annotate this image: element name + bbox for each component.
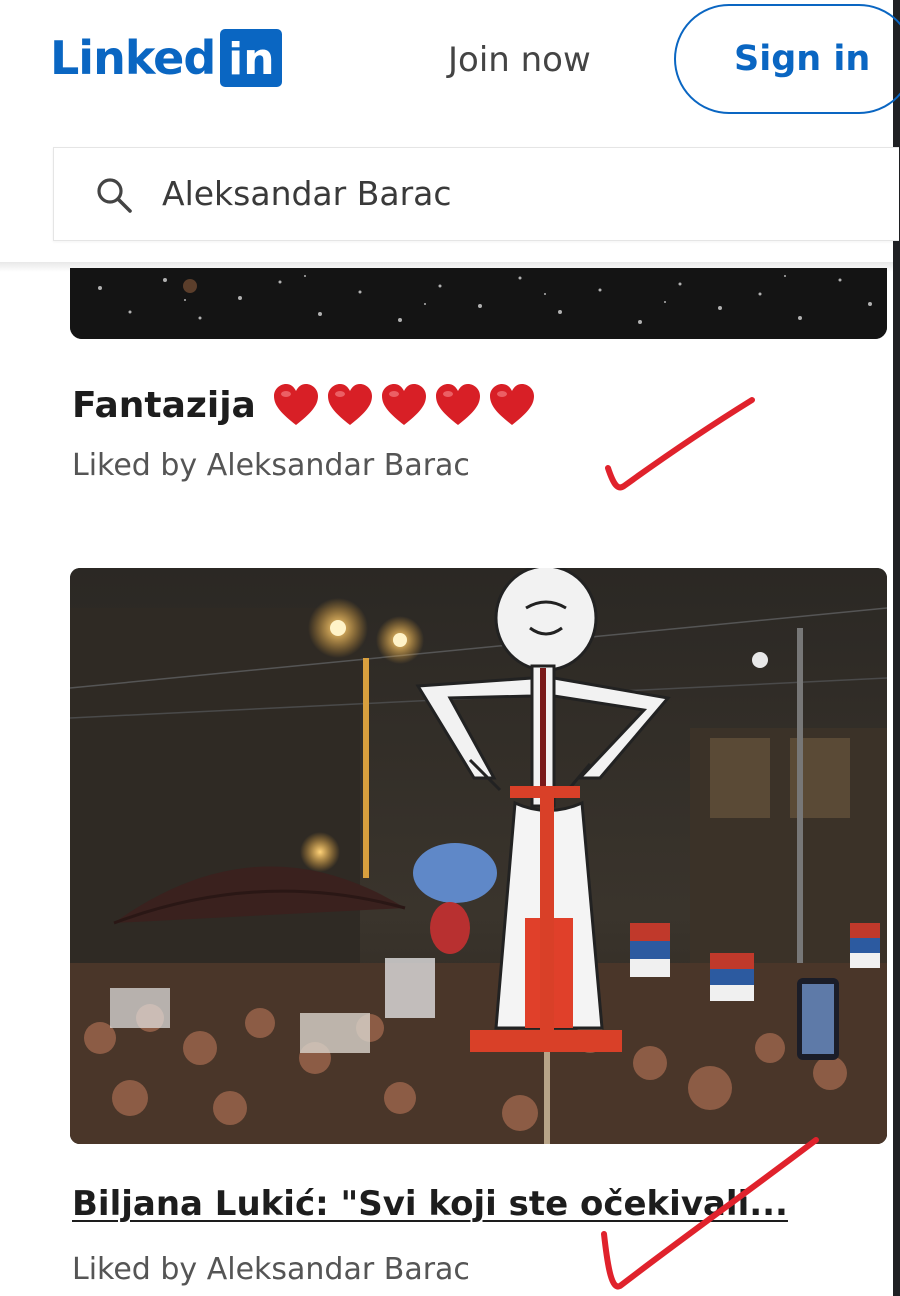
night-sky-image [70, 268, 887, 339]
checkmark-annotation-icon [605, 397, 755, 491]
post-title-text: Fantazija [72, 384, 256, 426]
post-image[interactable] [70, 568, 887, 1144]
logo-in-box: in [220, 29, 283, 87]
protest-photo [70, 568, 887, 1144]
sign-in-button[interactable]: Sign in [674, 4, 900, 114]
search-input[interactable]: Aleksandar Barac [162, 174, 452, 213]
liked-by-text: Liked by Aleksandar Barac [72, 1252, 470, 1287]
checkmark-annotation-icon [601, 1137, 819, 1290]
join-now-link[interactable]: Join now [448, 40, 591, 80]
search-icon [97, 178, 132, 213]
heart-icon [381, 384, 426, 425]
logo-wordmark: Linked [50, 31, 216, 85]
heart-icon [327, 384, 372, 425]
post-title[interactable]: Fantazija [72, 382, 542, 428]
linkedin-logo[interactable]: Linked in [50, 26, 283, 90]
heart-icon [435, 384, 480, 425]
sign-in-label: Sign in [734, 39, 871, 79]
search-bar[interactable]: Aleksandar Barac [53, 147, 899, 241]
heart-icon [489, 384, 534, 425]
liked-by-text: Liked by Aleksandar Barac [72, 448, 470, 483]
post-image[interactable] [70, 268, 887, 339]
heart-icon [273, 384, 318, 425]
